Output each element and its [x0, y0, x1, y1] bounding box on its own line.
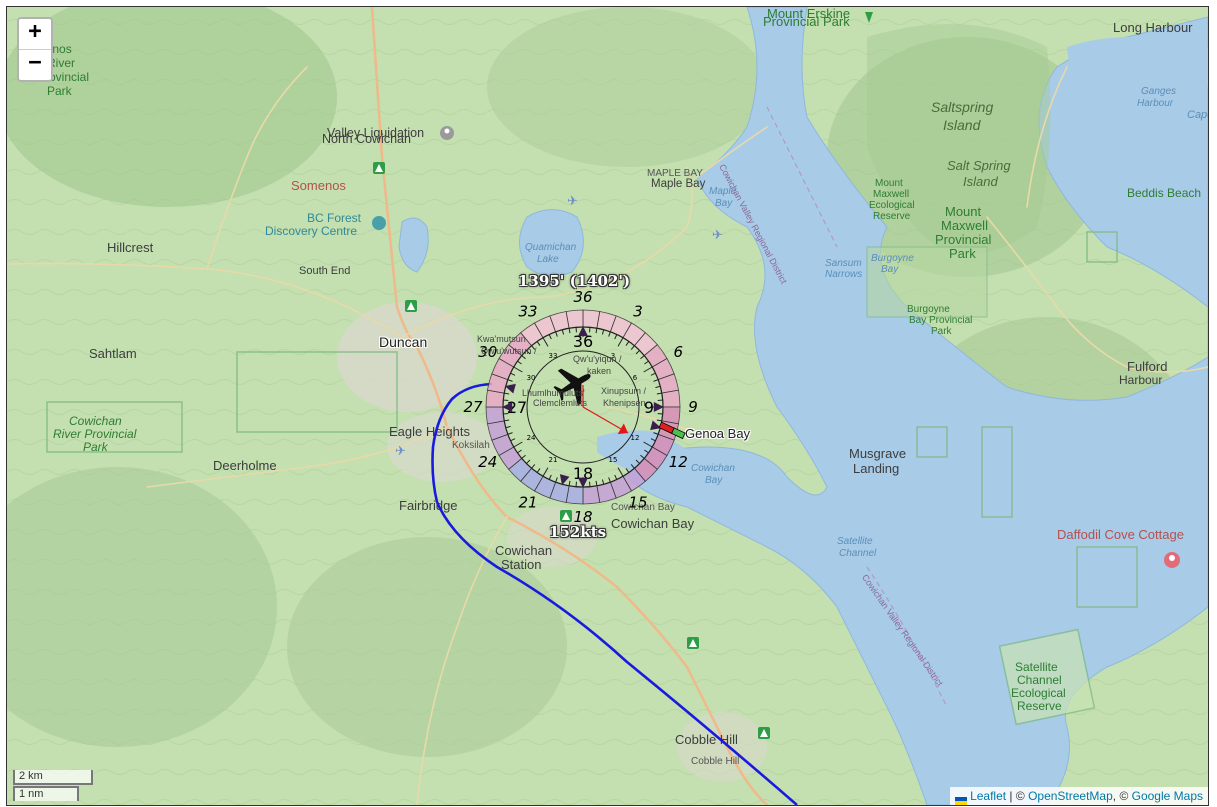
attribution-separator: | ©	[1006, 789, 1029, 803]
compass-segment	[661, 389, 681, 408]
scale-imperial-label: 1 nm	[13, 786, 79, 801]
compass-tick	[561, 329, 565, 335]
compass-tick	[548, 474, 552, 480]
compass-outer-label: 27	[463, 398, 483, 416]
map-canvas[interactable]: ✈ ✈ ✈ Mount Erskine Provincial Park Long…	[6, 6, 1209, 806]
compass-tick	[653, 432, 659, 435]
compass-tick	[595, 480, 598, 486]
compass-tick	[521, 454, 526, 459]
attribution: Leaflet | © OpenStreetMap, © Google Maps	[950, 787, 1208, 805]
speed-readout: 152kts	[549, 523, 607, 541]
compass-tick	[614, 334, 618, 340]
compass-outer-label: 21	[518, 493, 537, 511]
compass-tick	[608, 477, 611, 483]
zoom-in-button[interactable]: +	[19, 19, 51, 50]
compass-tick	[517, 360, 522, 365]
compass-outer-label: 15	[628, 493, 647, 511]
compass-tick	[625, 468, 630, 473]
ukraine-flag-icon	[955, 793, 968, 805]
compass-tick	[507, 379, 513, 382]
compass-tick	[643, 366, 653, 373]
compass-outer-label: 33	[518, 303, 537, 321]
zoom-control: + −	[17, 17, 53, 82]
compass-tick	[542, 467, 549, 477]
compass-segment	[582, 485, 601, 505]
label-khenipsen: Khenipsen	[603, 398, 646, 408]
altitude-readout: 1395' (1402')	[518, 272, 631, 290]
compass-inner-label: 12	[631, 434, 640, 442]
compass-segment	[565, 309, 584, 329]
label-quwutsun: Qw'u'wutsun /	[481, 346, 537, 356]
compass-tick	[595, 328, 598, 334]
compass-tick	[555, 477, 558, 483]
label-kaken: kaken	[587, 366, 612, 376]
compass-outer-label: 9	[688, 398, 698, 416]
scale-bar-metric: 2 km	[13, 770, 93, 785]
compass-tick	[513, 366, 523, 373]
compass-tick	[536, 468, 541, 473]
compass-tick	[568, 480, 571, 486]
compass-tick	[555, 331, 558, 337]
compass-tick	[504, 392, 510, 395]
flight-track	[431, 382, 798, 805]
compass-tick	[507, 432, 513, 435]
compass-tick	[513, 441, 523, 448]
compass-tick	[644, 449, 649, 454]
compass-outer-label: 6	[673, 343, 683, 361]
compass-tick	[650, 372, 656, 376]
compass-tick	[536, 341, 541, 346]
compass-tick	[505, 425, 511, 429]
zoom-out-button[interactable]: −	[19, 50, 51, 80]
compass-segment	[485, 406, 505, 425]
compass-tick	[504, 419, 510, 422]
osm-link[interactable]: OpenStreetMap	[1028, 789, 1113, 803]
wind-arrowhead	[617, 423, 629, 435]
compass-inner-label: 30	[527, 374, 536, 382]
label-clemclemluts: Clemclemluts	[533, 398, 588, 408]
compass-tick	[625, 341, 630, 346]
compass-tick	[548, 334, 552, 340]
compass-tick	[510, 438, 516, 442]
compass-tick	[614, 474, 618, 480]
compass-tick	[510, 372, 516, 376]
google-maps-link[interactable]: Google Maps	[1132, 789, 1203, 803]
attribution-separator-2: , ©	[1112, 789, 1132, 803]
compass-outer-label: 24	[478, 453, 497, 471]
compass-tick	[643, 441, 653, 448]
compass-tick	[517, 449, 522, 454]
leaflet-link[interactable]: Leaflet	[970, 789, 1006, 803]
compass-outer-label: 36	[573, 288, 592, 306]
compass-tick	[656, 392, 662, 395]
compass-tick	[617, 337, 624, 347]
compass-tick	[601, 329, 605, 335]
compass-tick	[617, 467, 624, 477]
compass-inner-label: 21	[549, 456, 558, 464]
compass-tick	[653, 379, 659, 382]
compass-inner-label: 24	[527, 434, 536, 442]
compass-tick	[531, 464, 536, 469]
compass-tick	[608, 331, 611, 337]
compass-tick	[644, 360, 649, 365]
compass-tick	[601, 479, 605, 485]
compass-tick	[630, 345, 635, 350]
compass-tick	[526, 459, 531, 464]
scale-metric-label: 2 km	[13, 770, 93, 785]
compass-outer-label: 12	[669, 453, 688, 471]
compass-tick	[630, 464, 635, 469]
compass-tick	[640, 355, 645, 360]
compass-tick	[656, 419, 662, 422]
compass-outer-label: 3	[633, 303, 643, 321]
compass-tick	[568, 328, 571, 334]
compass-tick	[635, 459, 640, 464]
compass-tick	[655, 385, 661, 389]
scale-bar-imperial: 1 nm	[13, 786, 79, 801]
compass-inner-label: 15	[609, 456, 618, 464]
compass-tick	[635, 350, 640, 355]
compass-tick	[650, 438, 656, 442]
compass-tick	[640, 454, 645, 459]
compass-inner-label: 33	[549, 352, 558, 360]
compass-tick	[542, 337, 549, 347]
compass-inner-label: 6	[633, 374, 638, 382]
